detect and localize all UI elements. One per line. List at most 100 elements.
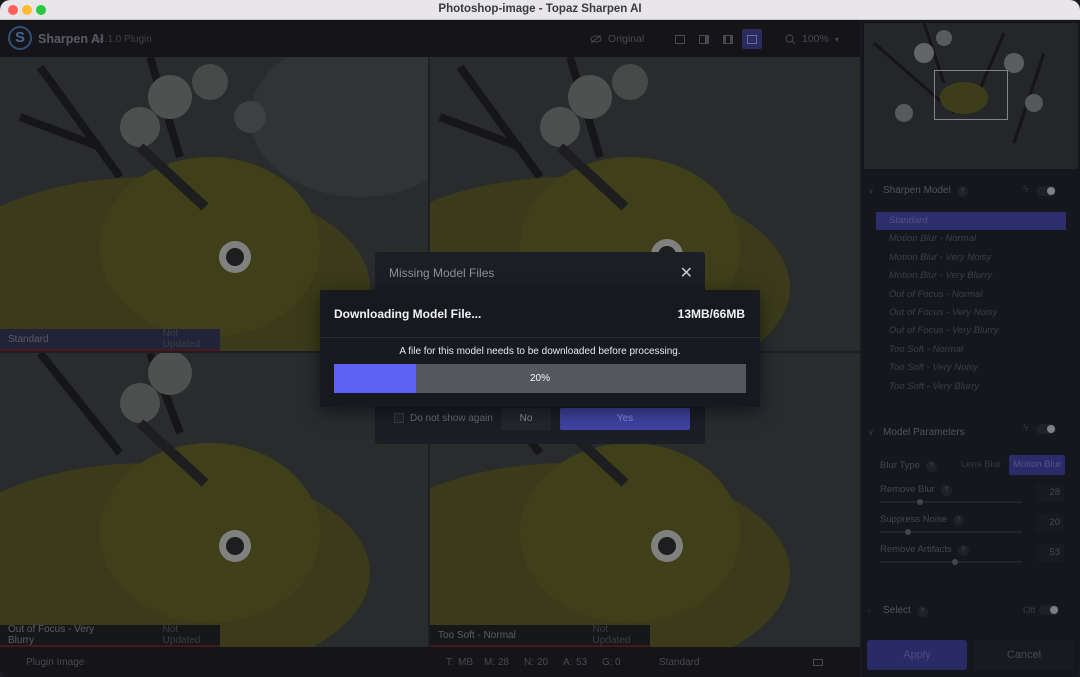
select-title-text: Select [883,605,911,616]
bolt-icon: ϟ [1023,184,1029,195]
model-item[interactable]: Out of Focus - Normal [876,286,1066,304]
download-size: 13MB/66MB [677,307,745,321]
pane-model-name: Too Soft - Normal [438,629,516,641]
model-item[interactable]: Motion Blur - Very Noisy [876,249,1066,267]
view-split-button[interactable] [694,29,714,49]
navigator-viewport[interactable] [934,70,1008,120]
slider-knob[interactable] [952,559,959,565]
chevron-down-icon[interactable]: ∨ [868,186,874,195]
suppress-noise-text: Suppress Noise [880,514,948,525]
suppress-noise-value[interactable]: 20 [1036,514,1064,532]
view-quad-button[interactable] [742,29,762,49]
download-progress-bar: 20% [334,364,746,393]
status-a-label: A: [563,657,573,668]
cancel-button[interactable]: Cancel [974,640,1074,670]
status-m-value: 28 [498,657,510,668]
window-title: Photoshop-image - Topaz Sharpen AI [438,3,642,15]
help-icon[interactable]: ? [957,545,969,556]
status-m-label: M: [484,657,496,668]
model-item[interactable]: Too Soft - Very Noisy [876,359,1066,377]
help-icon[interactable]: ? [916,606,928,617]
dont-show-label: Do not show again [410,413,493,424]
pane-label: Out of Focus - Very Blurry Not Updated [0,624,220,647]
sharpen-model-toggle[interactable] [1036,186,1056,196]
single-view-icon [675,34,685,44]
bolt-icon: ϟ [1023,423,1029,434]
download-message: A file for this model needs to be downlo… [399,346,681,357]
close-icon[interactable]: ✕ [680,263,693,283]
apply-button[interactable]: Apply [867,640,967,670]
status-n-label: N: [524,657,534,668]
sharpen-model-title-text: Sharpen Model [883,185,951,196]
sharpen-logo-icon: S [8,26,32,50]
app-version: v4.1.0 Plugin [94,34,152,45]
model-item[interactable]: Too Soft - Normal [876,341,1066,359]
download-dialog: Downloading Model File... 13MB/66MB A fi… [320,290,760,407]
chevron-down-icon: ▾ [834,34,839,44]
model-item[interactable]: Standard [876,212,1066,231]
dont-show-checkbox[interactable] [394,413,404,423]
title-bar: Photoshop-image - Topaz Sharpen AI [0,0,1080,20]
remove-artifacts-slider[interactable] [880,559,1022,565]
original-toggle[interactable]: Original [590,29,644,49]
model-item[interactable]: Motion Blur - Very Blurry [876,267,1066,285]
model-item[interactable]: Too Soft - Very Blurry [876,378,1066,396]
camera-icon[interactable] [813,659,823,666]
side-by-side-icon [723,34,733,44]
help-icon[interactable]: ? [925,461,937,472]
navigator-preview[interactable] [864,23,1078,169]
status-t-value: MB [458,657,473,668]
chevron-down-icon[interactable]: ∨ [868,428,874,437]
status-g-label: G: [602,657,613,668]
pane-label: Too Soft - Normal Not Updated [430,624,650,647]
pane-status: Not Updated [162,328,201,350]
split-view-icon [699,34,709,44]
pane-label: Standard Not Updated [0,328,220,351]
help-icon[interactable]: ? [940,485,952,496]
model-item[interactable]: Out of Focus - Very Noisy [876,304,1066,322]
remove-artifacts-text: Remove Artifacts [880,544,952,555]
model-item[interactable]: Motion Blur - Normal [876,230,1066,248]
remove-blur-slider[interactable] [880,499,1022,505]
app-toolbar: S Sharpen AI v4.1.0 Plugin Original 100%… [0,20,860,57]
model-list: Standard Motion Blur - Normal Motion Blu… [876,212,1066,396]
lens-blur-button[interactable]: Lens Blur [956,455,1006,475]
status-g-value: 0 [615,657,621,668]
chevron-right-icon[interactable]: › [868,606,871,615]
help-icon[interactable]: ? [956,186,968,197]
yes-button[interactable]: Yes [560,408,690,430]
model-item[interactable]: Out of Focus - Very Blurry [876,322,1066,340]
status-a-value: 53 [576,657,588,668]
pane-model-name: Standard [8,333,49,345]
help-icon[interactable]: ? [953,515,965,526]
status-t-label: T: [446,657,454,668]
eye-slash-icon [590,34,602,44]
download-title: Downloading Model File... [334,307,482,321]
select-title: Select? [883,605,928,617]
remove-artifacts-value[interactable]: 53 [1036,544,1064,562]
status-model: Standard [659,657,700,668]
model-parameters-toggle[interactable] [1036,424,1056,434]
pane-model-name: Out of Focus - Very Blurry [8,624,95,646]
motion-blur-button[interactable]: Motion Blur [1009,455,1065,475]
remove-blur-text: Remove Blur [880,484,935,495]
status-source: Plugin Image [26,657,85,668]
no-button[interactable]: No [501,408,551,430]
status-bar: Plugin Image T: MB M: 28 N: 20 A: 53 G: … [0,647,860,677]
select-toggle[interactable] [1039,605,1059,615]
zoom-icon [785,34,796,44]
suppress-noise-slider[interactable] [880,529,1022,535]
view-single-button[interactable] [670,29,690,49]
remove-blur-value[interactable]: 28 [1036,484,1064,502]
slider-knob[interactable] [905,529,912,535]
original-label: Original [608,33,645,45]
model-parameters-title-text: Model Parameters [883,427,965,438]
slider-knob[interactable] [916,499,923,505]
pane-status: Not Updated [592,624,631,646]
zoom-control[interactable]: 100% ▾ [785,29,839,49]
status-n-value: 20 [537,657,549,668]
zoom-value: 100% [802,33,829,45]
view-side-by-side-button[interactable] [718,29,738,49]
app-window: Photoshop-image - Topaz Sharpen AI S Sha… [0,0,1080,677]
download-dialog-header: Downloading Model File... 13MB/66MB [320,290,760,338]
